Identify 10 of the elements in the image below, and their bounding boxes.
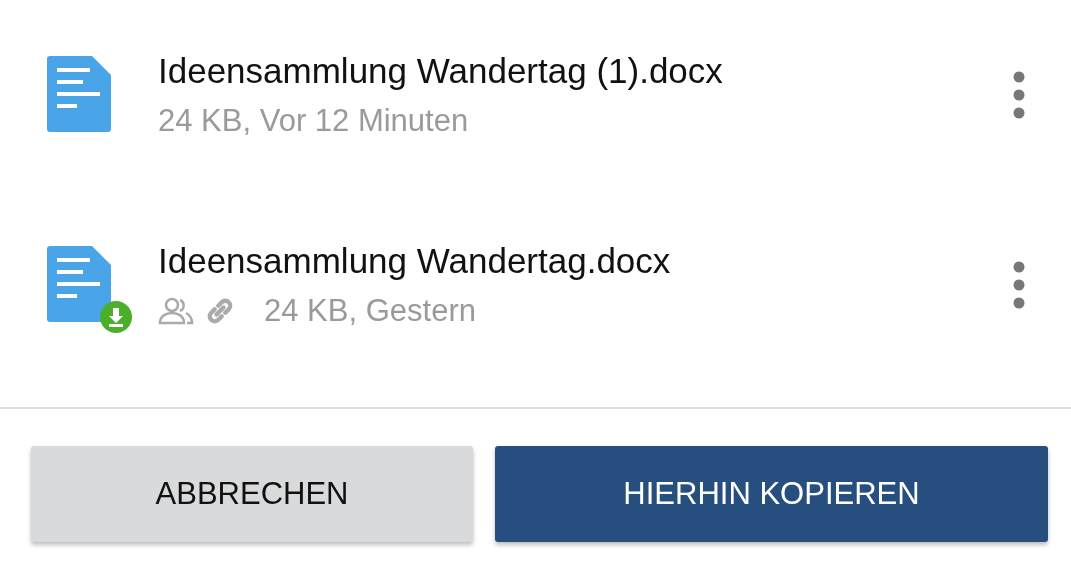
document-icon — [47, 56, 111, 132]
document-icon — [47, 246, 111, 322]
copy-here-button[interactable]: HIERHIN KOPIEREN — [495, 446, 1048, 542]
cancel-button[interactable]: ABBRECHEN — [31, 446, 473, 542]
file-name: Ideensammlung Wandertag (1).docx — [158, 51, 724, 91]
file-details: 24 KB, Gestern — [264, 293, 476, 329]
file-name: Ideensammlung Wandertag.docx — [158, 241, 672, 281]
more-options-icon[interactable] — [1013, 261, 1025, 309]
file-details: 24 KB, Vor 12 Minuten — [158, 103, 469, 139]
more-options-icon[interactable] — [1013, 71, 1025, 119]
